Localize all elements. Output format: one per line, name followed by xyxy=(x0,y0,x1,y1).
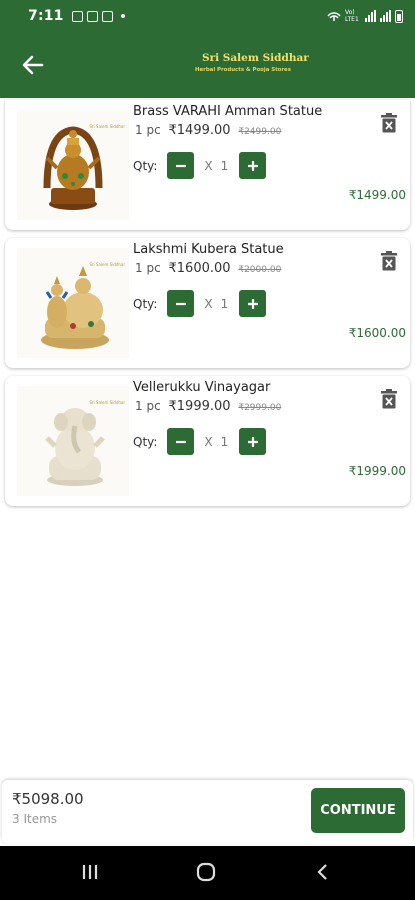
signal-icon-2 xyxy=(380,10,391,22)
qty-label: Qty: xyxy=(133,158,158,173)
unit-label: 1 pc xyxy=(135,123,161,137)
price-line: 1 pc ₹1600.00 ₹2000.00 xyxy=(135,261,281,276)
logo-name: Sri Salem Siddhar xyxy=(202,52,309,64)
original-price: ₹2499.00 xyxy=(238,127,282,137)
status-time: 7:11 xyxy=(28,8,64,24)
signal-icon xyxy=(365,10,376,22)
system-navigation-bar xyxy=(0,846,415,900)
plus-icon xyxy=(247,160,258,171)
cart-item: Sri Salem Siddhar Vellerukku Vinayagar 1… xyxy=(5,376,410,506)
home-button[interactable] xyxy=(196,862,216,886)
price: ₹1499.00 xyxy=(168,123,231,138)
times-symbol: X xyxy=(204,296,213,311)
price-line: 1 pc ₹1999.00 ₹2999.00 xyxy=(135,399,281,414)
recent-apps-icon xyxy=(82,865,98,879)
trash-icon xyxy=(381,251,397,271)
logo-tagline: Herbal Products & Pooja Stores xyxy=(195,67,291,73)
quantity-value: 1 xyxy=(220,158,229,173)
chevron-left-icon xyxy=(317,864,327,880)
image-watermark: Sri Salem Siddhar xyxy=(89,124,125,129)
price-line: 1 pc ₹1499.00 ₹2499.00 xyxy=(135,123,281,138)
quantity-stepper: Qty: X 1 xyxy=(133,428,267,455)
line-total: ₹1499.00 xyxy=(348,188,406,202)
battery-icon xyxy=(395,9,403,23)
brand-logo: Sri Salem Siddhar Herbal Products & Pooj… xyxy=(195,52,309,80)
quantity-stepper: Qty: X 1 xyxy=(133,152,267,179)
cart-item: Sri Salem Siddhar Lakshmi Kubera Statue … xyxy=(5,238,410,368)
home-icon xyxy=(196,862,216,882)
trash-icon xyxy=(381,389,397,409)
more-notifications-icon xyxy=(120,14,125,18)
cart-item: Sri Salem Siddhar Brass VARAHI Amman Sta… xyxy=(5,100,410,230)
line-total: ₹1600.00 xyxy=(348,326,406,340)
plus-icon xyxy=(247,298,258,309)
delete-item-button[interactable] xyxy=(380,250,398,272)
product-image[interactable]: Sri Salem Siddhar xyxy=(17,386,129,496)
recent-apps-button[interactable] xyxy=(80,862,100,886)
times-symbol: X xyxy=(204,158,213,173)
decrease-quantity-button[interactable] xyxy=(167,428,195,455)
cart-total: ₹5098.00 xyxy=(12,790,84,808)
decrease-quantity-button[interactable] xyxy=(167,152,195,179)
increase-quantity-button[interactable] xyxy=(239,152,267,179)
quantity-value: 1 xyxy=(220,296,229,311)
status-bar: 7:11 Vo) LTE1 xyxy=(0,0,415,32)
system-icons: Vo) LTE1 xyxy=(327,9,403,23)
increase-quantity-button[interactable] xyxy=(239,290,267,317)
system-back-button[interactable] xyxy=(313,862,333,886)
app-notification-icon xyxy=(101,10,113,22)
arrow-left-icon xyxy=(22,55,44,75)
product-title[interactable]: Brass VARAHI Amman Statue xyxy=(133,104,322,119)
qty-label: Qty: xyxy=(133,296,158,311)
gallery-notification-icon xyxy=(71,10,83,22)
back-button[interactable] xyxy=(20,52,46,78)
minus-icon xyxy=(175,440,186,443)
hotspot-icon xyxy=(327,12,341,21)
trash-icon xyxy=(381,113,397,133)
quantity-stepper: Qty: X 1 xyxy=(133,290,267,317)
delete-item-button[interactable] xyxy=(380,112,398,134)
app-bar: Sri Salem Siddhar Herbal Products & Pooj… xyxy=(0,32,415,98)
line-total: ₹1999.00 xyxy=(348,464,406,478)
quantity-value: 1 xyxy=(220,434,229,449)
product-title[interactable]: Lakshmi Kubera Statue xyxy=(133,242,284,257)
delete-item-button[interactable] xyxy=(380,388,398,410)
original-price: ₹2000.00 xyxy=(238,265,282,275)
notification-icons xyxy=(71,10,125,22)
product-image[interactable]: Sri Salem Siddhar xyxy=(17,248,129,358)
edit-notification-icon xyxy=(86,10,98,22)
continue-button[interactable]: CONTINUE xyxy=(311,788,405,833)
original-price: ₹2999.00 xyxy=(238,403,282,413)
price: ₹1600.00 xyxy=(168,261,231,276)
unit-label: 1 pc xyxy=(135,261,161,275)
price: ₹1999.00 xyxy=(168,399,231,414)
product-image[interactable]: Sri Salem Siddhar xyxy=(17,110,129,220)
decrease-quantity-button[interactable] xyxy=(167,290,195,317)
image-watermark: Sri Salem Siddhar xyxy=(89,400,125,405)
times-symbol: X xyxy=(204,434,213,449)
item-count: 3 Items xyxy=(12,812,58,826)
plus-icon xyxy=(247,436,258,447)
minus-icon xyxy=(175,302,186,305)
increase-quantity-button[interactable] xyxy=(239,428,267,455)
minus-icon xyxy=(175,164,186,167)
unit-label: 1 pc xyxy=(135,399,161,413)
cart-list: Sri Salem Siddhar Brass VARAHI Amman Sta… xyxy=(5,100,410,514)
checkout-bar: ₹5098.00 3 Items CONTINUE xyxy=(2,780,413,844)
product-title[interactable]: Vellerukku Vinayagar xyxy=(133,380,270,395)
image-watermark: Sri Salem Siddhar xyxy=(89,262,125,267)
qty-label: Qty: xyxy=(133,434,158,449)
network-label: Vo) LTE1 xyxy=(345,9,359,23)
